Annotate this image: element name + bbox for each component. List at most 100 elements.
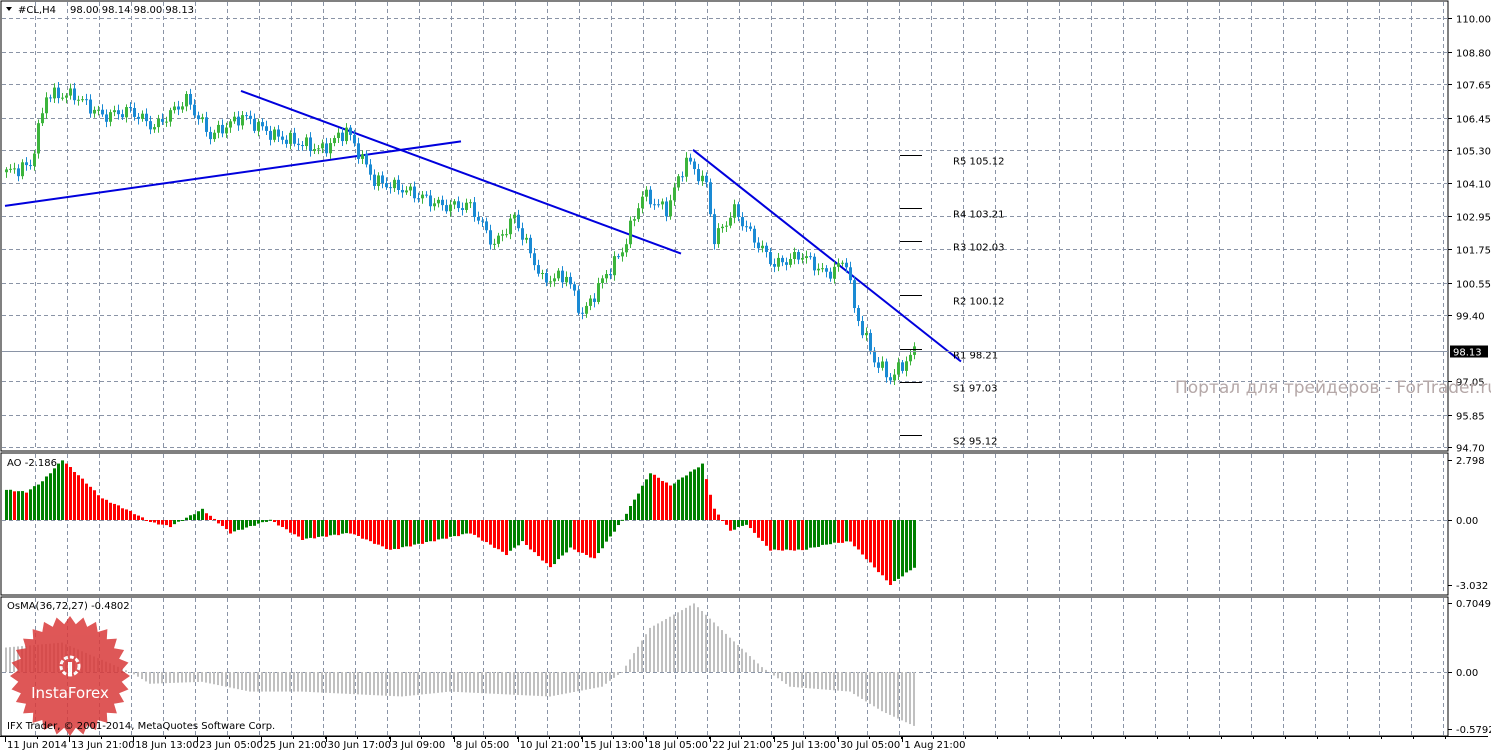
osma-bar bbox=[461, 672, 463, 693]
candle-body bbox=[605, 274, 608, 279]
osma-bar bbox=[625, 665, 627, 672]
osma-bar bbox=[185, 672, 187, 683]
candle-body bbox=[441, 199, 444, 206]
candle-body bbox=[273, 129, 276, 140]
candle-body bbox=[49, 97, 52, 99]
ao-bar bbox=[761, 520, 764, 541]
osma-bar bbox=[901, 672, 903, 721]
ao-bar bbox=[105, 499, 108, 520]
candle-body bbox=[221, 124, 224, 134]
osma-bar bbox=[5, 647, 7, 672]
candle-body bbox=[97, 109, 100, 111]
candle-body bbox=[225, 127, 228, 134]
ao-tick-label: -3.032 bbox=[1456, 581, 1488, 592]
ao-bar bbox=[837, 520, 840, 543]
ao-bar bbox=[325, 520, 328, 537]
candle-body bbox=[525, 237, 528, 240]
candle-body bbox=[781, 257, 784, 263]
candle-body bbox=[413, 186, 416, 199]
candle-body bbox=[57, 87, 60, 99]
osma-bar bbox=[793, 672, 795, 688]
osma-bar bbox=[801, 672, 803, 688]
candle-body bbox=[493, 243, 496, 245]
price-tick-label: 107.65 bbox=[1456, 81, 1491, 92]
candle-body bbox=[137, 116, 140, 119]
ao-bar bbox=[581, 520, 584, 553]
osma-bar bbox=[561, 672, 563, 695]
osma-bar bbox=[653, 625, 655, 672]
ao-bar bbox=[497, 520, 500, 550]
osma-bar bbox=[413, 672, 415, 696]
candle-body bbox=[105, 114, 108, 122]
osma-bar bbox=[817, 672, 819, 689]
osma-bar bbox=[837, 672, 839, 691]
candle-body bbox=[633, 219, 636, 221]
ao-bar bbox=[5, 489, 8, 520]
ao-bar bbox=[237, 520, 240, 530]
ao-bar bbox=[149, 520, 152, 523]
candle-body bbox=[597, 283, 600, 302]
candle-body bbox=[737, 204, 740, 218]
candle-body bbox=[461, 208, 464, 210]
ao-bar bbox=[49, 473, 52, 520]
time-label: 22 Jul 21:00 bbox=[712, 740, 772, 751]
candle-body bbox=[685, 157, 688, 177]
ao-bar bbox=[277, 520, 280, 526]
candle-body bbox=[909, 354, 912, 362]
time-label: 25 Jul 13:00 bbox=[776, 740, 836, 751]
current-price-label: 98.13 bbox=[1453, 348, 1482, 359]
osma-bar bbox=[281, 672, 283, 692]
osma-tick-label: 0.00 bbox=[1456, 668, 1478, 679]
ao-bar bbox=[657, 477, 660, 520]
candle-body bbox=[173, 106, 176, 111]
osma-bar bbox=[333, 672, 335, 694]
ao-bar bbox=[289, 520, 292, 533]
candle-body bbox=[565, 276, 568, 283]
osma-bar bbox=[129, 672, 131, 673]
candle-body bbox=[265, 126, 268, 131]
osma-bar bbox=[317, 672, 319, 693]
candle-body bbox=[481, 220, 484, 222]
osma-bar bbox=[641, 640, 643, 672]
osma-bar bbox=[201, 672, 203, 682]
symbol-label: #CL,H4 bbox=[18, 5, 56, 16]
ao-bar bbox=[765, 520, 768, 546]
candle-body bbox=[589, 298, 592, 306]
ao-bar bbox=[669, 485, 672, 520]
candle-body bbox=[25, 162, 28, 166]
osma-bar bbox=[749, 656, 751, 672]
candle-body bbox=[129, 107, 132, 109]
osma-bar bbox=[325, 672, 327, 693]
candle-body bbox=[357, 143, 360, 159]
candle-body bbox=[133, 108, 136, 117]
candle-body bbox=[37, 123, 40, 154]
osma-bar bbox=[785, 672, 787, 684]
osma-bar bbox=[241, 672, 243, 690]
candle-body bbox=[837, 263, 840, 267]
ao-bar bbox=[697, 467, 700, 520]
candle-body bbox=[829, 271, 832, 279]
candle-body bbox=[169, 110, 172, 122]
copyright-text: IFX Trader, © 2001-2014, MetaQuotes Soft… bbox=[7, 721, 275, 732]
ao-bar bbox=[545, 520, 548, 564]
candle-body bbox=[533, 253, 536, 266]
candle-body bbox=[193, 104, 196, 116]
osma-bar bbox=[701, 611, 703, 672]
ao-bar bbox=[37, 484, 40, 520]
candle-body bbox=[233, 116, 236, 122]
chart-canvas[interactable]: 110.00 108.80 107.65 106.45 105.30 104.10 102.… bbox=[0, 0, 1491, 751]
osma-bar bbox=[393, 672, 395, 697]
candle-body bbox=[621, 252, 624, 257]
osma-bar bbox=[329, 672, 331, 693]
ao-bar bbox=[349, 520, 352, 534]
ao-bar bbox=[273, 520, 276, 523]
price-tick-label: 101.75 bbox=[1456, 246, 1491, 257]
candle-body bbox=[641, 196, 644, 209]
candle-body bbox=[409, 186, 412, 191]
osma-bar bbox=[341, 672, 343, 694]
ao-bar bbox=[505, 520, 508, 556]
ao-bar bbox=[249, 520, 252, 527]
candle-body bbox=[777, 257, 780, 267]
candle-body bbox=[717, 228, 720, 245]
osma-bar bbox=[437, 672, 439, 693]
